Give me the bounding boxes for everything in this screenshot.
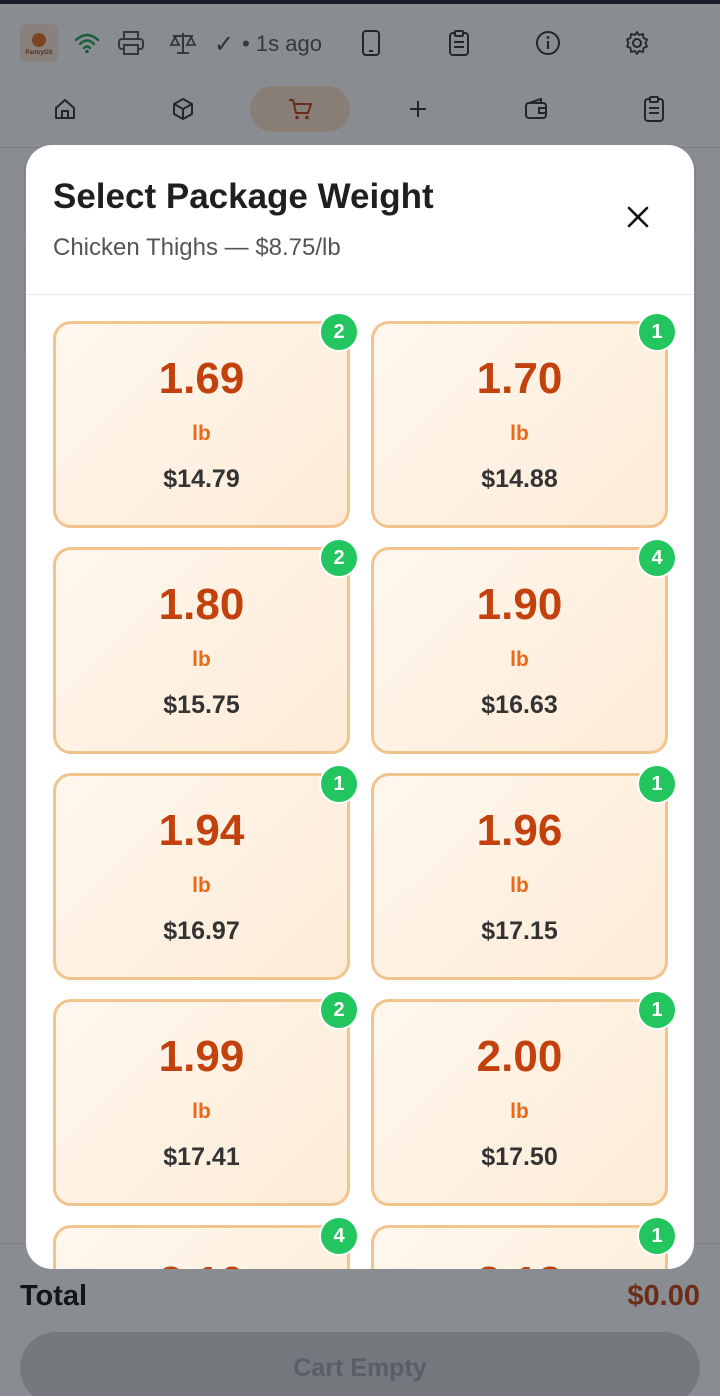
close-button[interactable]: [620, 199, 656, 235]
package-weight: 1.69: [158, 354, 245, 403]
package-weight: 1.70: [476, 354, 563, 403]
package-price: $17.15: [481, 917, 558, 945]
package-price: $14.88: [481, 465, 558, 493]
package-count-badge: 1: [637, 312, 677, 352]
package-card[interactable]: 1.70 lb $14.88 1: [371, 312, 677, 528]
package-card[interactable]: 1.99 lb $17.41 2: [53, 990, 359, 1206]
package-unit: lb: [192, 648, 211, 671]
package-card[interactable]: 2.10lb4: [53, 1216, 359, 1269]
package-weight: 1.80: [158, 580, 245, 629]
package-count-badge: 1: [637, 990, 677, 1030]
package-weight: 2.12: [374, 1258, 665, 1269]
package-price: $17.50: [481, 1143, 558, 1171]
package-count-badge: 1: [637, 1216, 677, 1256]
package-weight: 2.10: [56, 1258, 347, 1269]
dialog-header: Select Package Weight Chicken Thighs — $…: [26, 145, 694, 295]
package-weight: 1.99: [158, 1032, 245, 1081]
dialog-title: Select Package Weight: [53, 177, 434, 216]
package-unit: lb: [510, 648, 529, 671]
package-card[interactable]: 2.12lb1: [371, 1216, 677, 1269]
package-card[interactable]: 1.90 lb $16.63 4: [371, 538, 677, 754]
package-weight-dialog: Select Package Weight Chicken Thighs — $…: [26, 145, 694, 1269]
package-price: $16.97: [163, 917, 240, 945]
package-count-badge: 1: [637, 764, 677, 804]
package-card[interactable]: 1.94 lb $16.97 1: [53, 764, 359, 980]
package-price: $17.41: [163, 1143, 240, 1171]
package-count-badge: 4: [319, 1216, 359, 1256]
package-unit: lb: [192, 422, 211, 445]
package-weight: 1.96: [476, 806, 563, 855]
package-count-badge: 1: [319, 764, 359, 804]
package-card[interactable]: 2.00 lb $17.50 1: [371, 990, 677, 1206]
package-count-badge: 2: [319, 538, 359, 578]
package-unit: lb: [192, 1100, 211, 1123]
package-list[interactable]: 1.69 lb $14.79 2 1.70 lb $14.88 1 1.80 lb $15.75 2 1…: [26, 296, 694, 1269]
package-unit: lb: [510, 422, 529, 445]
package-card[interactable]: 1.69 lb $14.79 2: [53, 312, 359, 528]
package-count-badge: 2: [319, 312, 359, 352]
package-card[interactable]: 1.96 lb $17.15 1: [371, 764, 677, 980]
package-price: $15.75: [163, 691, 240, 719]
dialog-subtitle: Chicken Thighs — $8.75/lb: [53, 234, 341, 261]
package-unit: lb: [510, 874, 529, 897]
package-price: $16.63: [481, 691, 558, 719]
package-unit: lb: [510, 1100, 529, 1123]
package-count-badge: 2: [319, 990, 359, 1030]
package-weight: 1.90: [476, 580, 563, 629]
close-icon: [627, 206, 649, 228]
package-weight: 1.94: [158, 806, 245, 855]
package-weight: 2.00: [476, 1032, 563, 1081]
package-unit: lb: [192, 874, 211, 897]
package-count-badge: 4: [637, 538, 677, 578]
package-price: $14.79: [163, 465, 240, 493]
package-card[interactable]: 1.80 lb $15.75 2: [53, 538, 359, 754]
